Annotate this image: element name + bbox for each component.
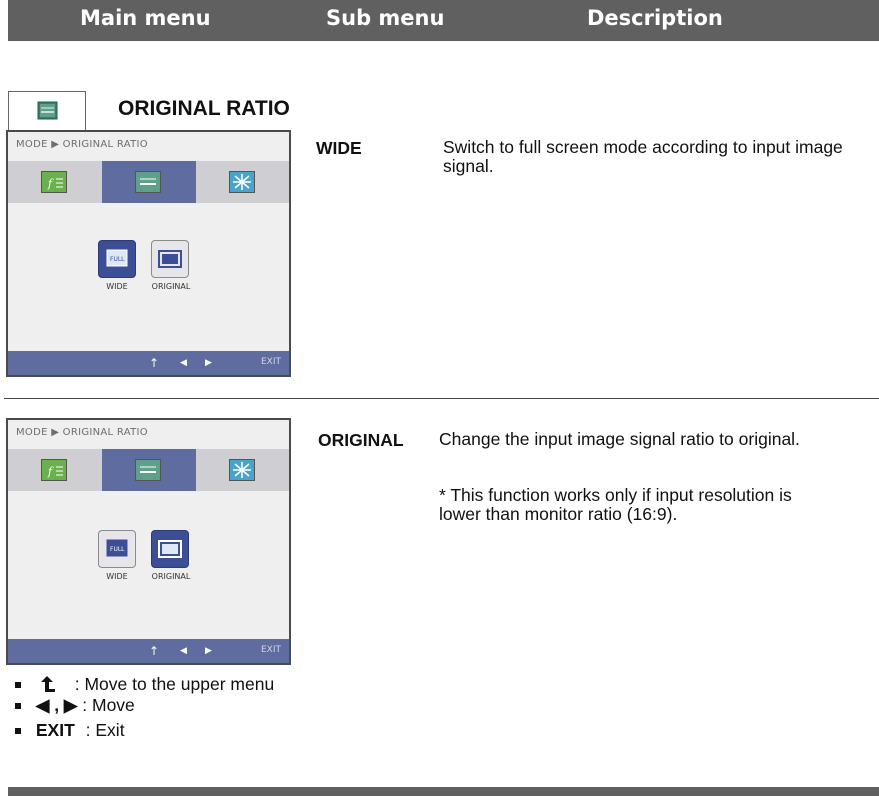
footer-bar	[8, 787, 879, 796]
osd-tab-bar: f	[8, 449, 289, 491]
bullet	[15, 728, 21, 735]
option-original[interactable]	[151, 240, 189, 278]
column-main-menu: Main menu	[80, 6, 211, 30]
right-arrow-icon[interactable]: ▶	[205, 646, 212, 656]
tab-picture-mode[interactable]: f	[8, 161, 102, 203]
tab-picture-mode[interactable]: f	[8, 449, 102, 491]
osd-tab-bar: f	[8, 161, 289, 203]
settings-icon	[229, 171, 255, 193]
tab-settings[interactable]	[196, 449, 289, 491]
legend-text: : Move to the upper menu	[74, 674, 275, 694]
legend-text: : Exit	[85, 720, 125, 740]
osd-content: FULL WIDE ORIGINAL	[8, 204, 289, 334]
osd-breadcrumb: MODE ▶ ORIGINAL RATIO	[16, 139, 148, 150]
option-label-wide: WIDE	[106, 572, 128, 581]
legend-key: EXIT	[35, 720, 75, 740]
settings-icon	[229, 459, 255, 481]
header-bar: Main menu Sub menu Description	[8, 0, 879, 41]
legend-text: : Move	[82, 695, 135, 715]
subterm-original: ORIGINAL	[318, 430, 404, 450]
up-arrow-icon[interactable]: ↑	[149, 644, 159, 658]
svg-text:FULL: FULL	[110, 256, 125, 263]
osd-footer: ↑ ◀ ▶ EXIT	[8, 639, 289, 663]
legend-item-upper-menu: : Move to the upper menu	[15, 674, 274, 695]
column-description: Description	[587, 6, 723, 30]
column-sub-menu: Sub menu	[326, 6, 445, 30]
option-label-original: ORIGINAL	[151, 282, 191, 291]
note-original: * This function works only if input reso…	[439, 485, 792, 524]
legend-item-move: ◀ , ▶ : Move	[15, 695, 135, 716]
option-label-wide: WIDE	[106, 282, 128, 291]
original-ratio-icon	[8, 91, 86, 131]
osd-footer: ↑ ◀ ▶ EXIT	[8, 351, 289, 375]
option-label-original: ORIGINAL	[151, 572, 191, 581]
left-arrow-icon[interactable]: ◀	[180, 358, 187, 368]
option-wide[interactable]: FULL	[98, 530, 136, 568]
osd-screenshot-wide: MODE ▶ ORIGINAL RATIO f FULL WIDE ORIGIN…	[6, 130, 291, 377]
osd-breadcrumb: MODE ▶ ORIGINAL RATIO	[16, 427, 148, 438]
original-ratio-icon	[135, 171, 161, 193]
subterm-wide: WIDE	[316, 138, 362, 158]
description-original: Change the input image signal ratio to o…	[439, 429, 800, 449]
original-ratio-icon	[135, 459, 161, 481]
up-arrow-icon	[40, 676, 55, 692]
picture-mode-icon: f	[41, 171, 67, 193]
left-arrow-icon[interactable]: ◀	[180, 646, 187, 656]
svg-text:FULL: FULL	[110, 546, 125, 553]
tab-settings[interactable]	[196, 161, 289, 203]
right-arrow-icon[interactable]: ▶	[205, 358, 212, 368]
exit-button[interactable]: EXIT	[261, 357, 281, 367]
section-title: ORIGINAL RATIO	[118, 97, 290, 120]
tab-original-ratio[interactable]	[102, 449, 196, 491]
tab-original-ratio[interactable]	[102, 161, 196, 203]
up-arrow-icon[interactable]: ↑	[149, 356, 159, 370]
option-wide[interactable]: FULL	[98, 240, 136, 278]
bullet	[15, 703, 21, 710]
osd-screenshot-original: MODE ▶ ORIGINAL RATIO f FULL WIDE ORIGIN…	[6, 418, 291, 665]
svg-text:f: f	[47, 465, 54, 478]
legend-item-exit: EXIT : Exit	[15, 720, 125, 741]
picture-mode-icon: f	[41, 459, 67, 481]
osd-content: FULL WIDE ORIGINAL	[8, 492, 289, 622]
exit-button[interactable]: EXIT	[261, 645, 281, 655]
svg-text:f: f	[47, 177, 54, 190]
section-divider	[4, 398, 879, 399]
option-original[interactable]	[151, 530, 189, 568]
bullet	[15, 682, 21, 689]
description-wide: Switch to full screen mode according to …	[443, 137, 843, 176]
legend-key: ◀ , ▶	[35, 695, 78, 715]
